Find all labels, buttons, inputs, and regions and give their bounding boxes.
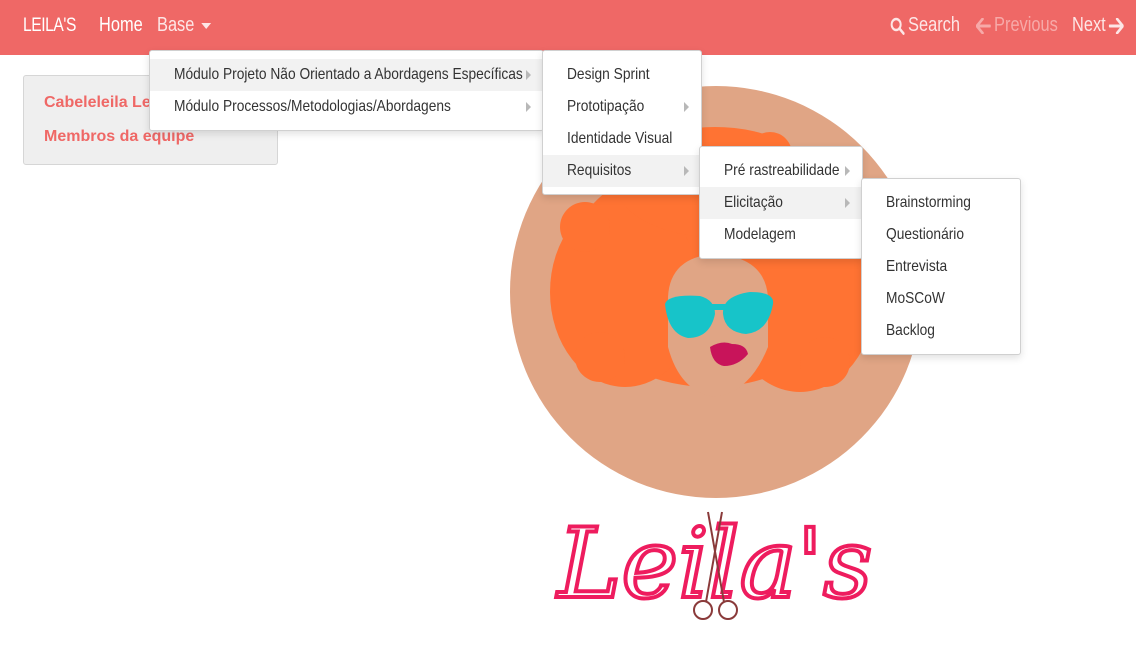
navbar: LEILA'S Home Base Search Previous Next [0, 0, 1136, 55]
menu-item-pre-rastreabilidade[interactable]: Pré rastreabilidade [700, 155, 862, 187]
caret-right-icon [526, 102, 531, 112]
menu-item-requisitos[interactable]: Requisitos [543, 155, 701, 187]
nav-base-label: Base [157, 14, 195, 36]
menu-item-brainstorming[interactable]: Brainstorming [862, 187, 1020, 219]
nav-home[interactable]: Home [99, 14, 143, 37]
menu-item-identidade-visual[interactable]: Identidade Visual [543, 123, 701, 155]
brand-logo-text[interactable]: LEILA'S [23, 15, 76, 37]
menu-item-elicitacao[interactable]: Elicitação [700, 187, 862, 219]
next-label: Next [1072, 14, 1106, 36]
previous-button[interactable]: Previous [976, 14, 1058, 37]
menu-item-entrevista[interactable]: Entrevista [862, 251, 1020, 283]
menu-item-label: Módulo Processos/Metodologias/Abordagens [174, 98, 451, 115]
search-label: Search [908, 14, 961, 36]
search-button[interactable]: Search [890, 14, 960, 37]
search-icon [890, 17, 905, 35]
base-dropdown-menu: Módulo Projeto Não Orientado a Abordagen… [149, 50, 544, 131]
menu-item-label: Elicitação [724, 194, 783, 211]
arrow-right-icon [1109, 17, 1124, 34]
menu-item-label: Prototipação [567, 98, 645, 115]
projeto-submenu: Design Sprint Prototipação Identidade Vi… [542, 50, 702, 195]
arrow-left-icon [976, 17, 991, 34]
menu-item-prototipacao[interactable]: Prototipação [543, 91, 701, 123]
menu-item-design-sprint[interactable]: Design Sprint [543, 59, 701, 91]
caret-right-icon [845, 198, 850, 208]
menu-item-label: Questionário [886, 226, 965, 243]
requisitos-submenu: Pré rastreabilidade Elicitação Modelagem [699, 146, 863, 259]
menu-item-label: Módulo Projeto Não Orientado a Abordagen… [174, 66, 523, 83]
logo-script-text: Leila's [556, 508, 873, 620]
menu-item-label: Identidade Visual [567, 130, 673, 147]
menu-item-backlog[interactable]: Backlog [862, 315, 1020, 347]
menu-item-label: Backlog [886, 322, 935, 339]
nav-base-dropdown[interactable]: Base [157, 14, 211, 37]
caret-down-icon [200, 22, 211, 29]
next-button[interactable]: Next [1072, 14, 1124, 37]
caret-right-icon [684, 166, 689, 176]
caret-right-icon [684, 102, 689, 112]
menu-item-label: Pré rastreabilidade [724, 162, 840, 179]
elicitacao-submenu: Brainstorming Questionário Entrevista Mo… [861, 178, 1021, 355]
menu-item-label: Brainstorming [886, 194, 971, 211]
menu-item-modulo-projeto[interactable]: Módulo Projeto Não Orientado a Abordagen… [150, 59, 543, 91]
caret-right-icon [526, 70, 531, 80]
menu-item-label: MoSCoW [886, 290, 945, 307]
menu-item-questionario[interactable]: Questionário [862, 219, 1020, 251]
caret-right-icon [845, 166, 850, 176]
menu-item-modulo-processos[interactable]: Módulo Processos/Metodologias/Abordagens [150, 91, 543, 123]
menu-item-label: Design Sprint [567, 66, 650, 83]
menu-item-moscow[interactable]: MoSCoW [862, 283, 1020, 315]
previous-label: Previous [994, 14, 1058, 36]
menu-item-label: Modelagem [724, 226, 796, 243]
menu-item-modelagem[interactable]: Modelagem [700, 219, 862, 251]
menu-item-label: Entrevista [886, 258, 948, 275]
menu-item-label: Requisitos [567, 162, 632, 179]
